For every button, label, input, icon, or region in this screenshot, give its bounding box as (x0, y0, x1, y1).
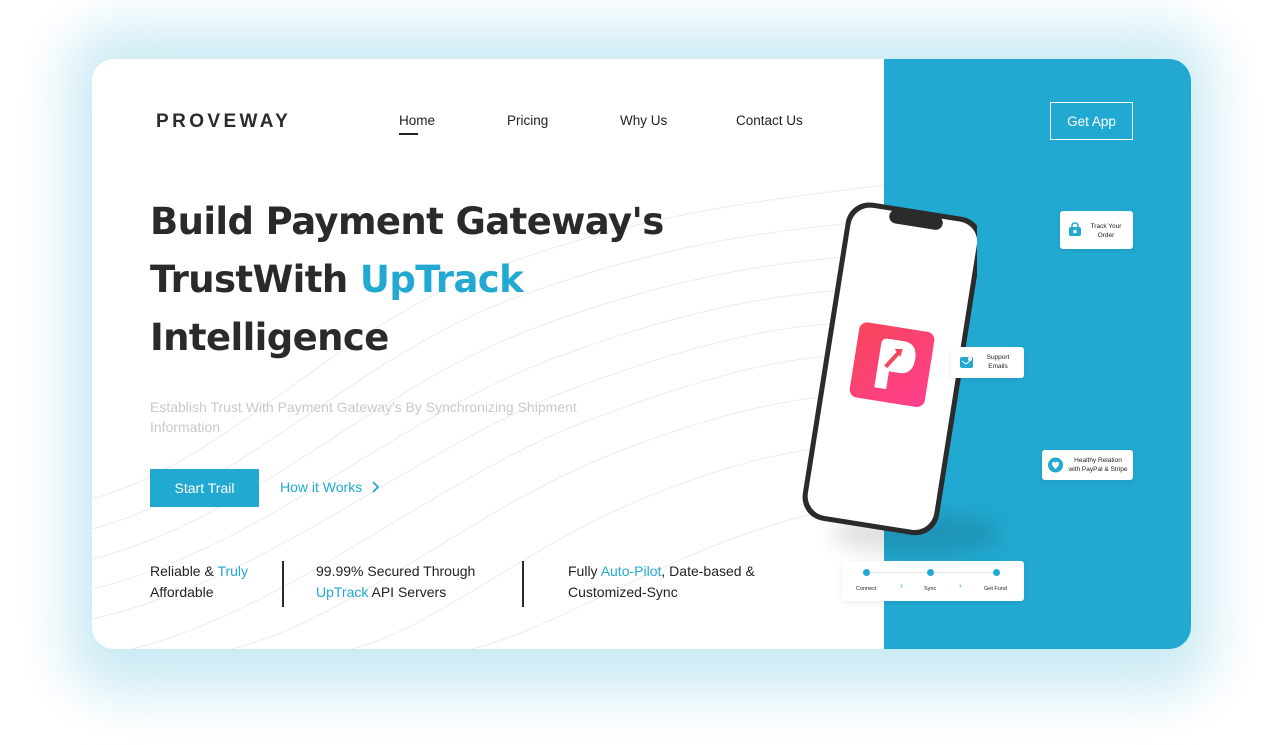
feature-2-accent: UpTrack (316, 584, 369, 600)
nav-why-us[interactable]: Why Us (620, 113, 667, 128)
feature-3-text: Fully (568, 563, 601, 579)
how-it-works-link[interactable]: How it Works (280, 479, 380, 495)
chevron-right-icon: › (959, 581, 962, 590)
feature-3-accent: Auto-Pilot (600, 563, 662, 579)
nav-pricing[interactable]: Pricing (507, 113, 548, 128)
mail-icon (960, 357, 973, 368)
headline-uptrack: UpTrack (359, 258, 524, 301)
landing-card: PROVEWAY Home Pricing Why Us Contact Us … (92, 59, 1191, 649)
feature-secured: 99.99% Secured Through UpTrack API Serve… (316, 561, 516, 603)
feature-2-post: API Servers (368, 584, 447, 600)
chevron-right-icon: › (900, 581, 903, 590)
lock-bag-icon (1069, 222, 1081, 236)
how-it-works-label: How it Works (280, 479, 363, 495)
app-logo-icon (849, 322, 935, 408)
nav-home[interactable]: Home (399, 113, 435, 135)
hero-subtitle: Establish Trust With Payment Gateway's B… (150, 399, 577, 435)
feature-3-post: , Date-based & (661, 563, 755, 579)
hero-headline: Build Payment Gateway's TrustWith UpTrac… (150, 193, 670, 367)
heart-shield-icon (1048, 457, 1063, 473)
track-line-2: Order (1097, 232, 1115, 239)
headline-line-3: Intelligence (150, 316, 389, 359)
proveway-logo[interactable]: PROVEWAY (156, 111, 291, 133)
step-label-get-fund: Get Fund (984, 586, 1007, 592)
step-dot-sync (927, 569, 934, 576)
headline-line-2: TrustWith UpTrack (150, 251, 670, 309)
emails-line-2: Emails (988, 363, 1008, 370)
track-line-1: Track Your (1090, 223, 1122, 230)
support-emails-tag: Support Emails (951, 347, 1024, 378)
track-order-tag: Track Your Order (1060, 211, 1133, 249)
emails-line-1: Support (986, 354, 1010, 361)
phone-mockup (802, 202, 977, 536)
feature-affordable: Reliable & Truly Affordable (150, 561, 280, 603)
nav-contact-us[interactable]: Contact Us (736, 113, 803, 128)
step-dot-connect (863, 569, 870, 576)
relation-line-1: Healthy Relation (1074, 457, 1122, 464)
feature-2-text: 99.99% Secured Through (316, 563, 476, 579)
step-dot-get-fund (993, 569, 1000, 576)
relation-line-2: with PayPal & Stripe (1068, 466, 1128, 473)
feature-1-accent: Truly (217, 563, 249, 579)
feature-1-line2: Affordable (150, 584, 214, 600)
feature-3-line2: Customized-Sync (568, 584, 678, 600)
chevron-right-icon (372, 481, 380, 493)
start-trail-button[interactable]: Start Trail (150, 469, 259, 507)
sync-steps-card: Connect › Sync › Get Fund (842, 561, 1024, 601)
get-app-button[interactable]: Get App (1050, 102, 1133, 140)
step-label-connect: Connect (856, 586, 877, 592)
headline-trust: TrustWith (150, 258, 360, 301)
feature-divider (282, 561, 284, 607)
headline-line-1: Build Payment Gateway's (150, 200, 664, 243)
step-label-sync: Sync (924, 586, 937, 592)
feature-autopilot: Fully Auto-Pilot, Date-based & Customize… (568, 561, 798, 603)
feature-divider (522, 561, 524, 607)
feature-1-text: Reliable & (150, 563, 218, 579)
healthy-relation-tag: Healthy Relation with PayPal & Stripe (1042, 450, 1133, 480)
